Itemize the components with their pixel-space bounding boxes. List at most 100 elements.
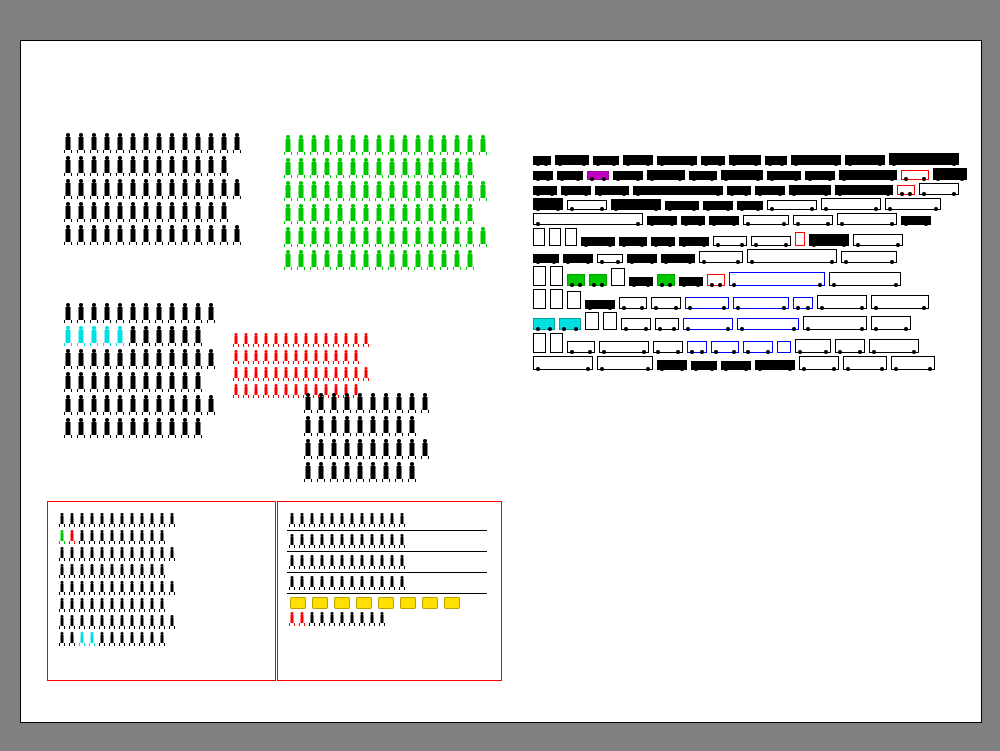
- person-icon: [359, 612, 365, 626]
- person-icon: [193, 372, 202, 392]
- person-icon: [141, 418, 150, 438]
- person-icon: [79, 530, 85, 544]
- person-icon: [102, 225, 111, 245]
- person-icon: [159, 632, 165, 646]
- vehicle-icon: [597, 356, 653, 370]
- vehicle-icon: [533, 186, 557, 195]
- people-group-black-3: [301, 391, 431, 484]
- vehicle-icon: [799, 356, 839, 370]
- person-icon: [89, 303, 98, 323]
- vehicle-icon: [567, 274, 585, 286]
- vehicle-icon: [845, 155, 885, 165]
- person-icon: [154, 156, 163, 176]
- vehicle-icon: [611, 268, 625, 286]
- person-icon: [193, 225, 202, 245]
- person-icon: [128, 326, 137, 346]
- person-icon: [329, 462, 338, 482]
- person-icon: [319, 555, 325, 569]
- vehicle-icon: [805, 171, 835, 180]
- person-icon: [452, 250, 461, 270]
- person-icon: [374, 227, 383, 247]
- person-icon: [89, 513, 95, 527]
- person-icon: [420, 393, 429, 413]
- person-icon: [329, 513, 335, 527]
- vehicle-icon: [647, 170, 685, 180]
- person-icon: [361, 250, 370, 270]
- person-icon: [154, 395, 163, 415]
- person-icon: [109, 581, 115, 595]
- vehicle-icon: [699, 251, 743, 263]
- person-icon: [167, 225, 176, 245]
- person-icon: [400, 227, 409, 247]
- vehicle-icon: [755, 360, 795, 370]
- person-icon: [59, 632, 65, 646]
- person-icon: [193, 349, 202, 369]
- vehicle-icon: [737, 201, 763, 210]
- marker-yellow: [312, 597, 328, 609]
- vehicle-icon: [603, 312, 617, 330]
- person-icon: [167, 395, 176, 415]
- person-icon: [348, 181, 357, 201]
- person-icon: [439, 204, 448, 224]
- person-icon: [413, 181, 422, 201]
- person-icon: [99, 615, 105, 629]
- marker-yellow: [334, 597, 350, 609]
- person-icon: [400, 135, 409, 155]
- person-icon: [109, 530, 115, 544]
- person-icon: [387, 250, 396, 270]
- person-icon: [413, 158, 422, 178]
- person-icon: [478, 181, 487, 201]
- person-icon: [149, 632, 155, 646]
- vehicle-icon: [647, 216, 677, 225]
- person-icon: [167, 202, 176, 222]
- person-icon: [99, 564, 105, 578]
- vehicle-icon: [789, 185, 831, 195]
- person-icon: [299, 534, 305, 548]
- vehicle-icon: [627, 254, 657, 263]
- vehicle-icon: [653, 341, 683, 353]
- person-icon: [452, 158, 461, 178]
- person-icon: [426, 181, 435, 201]
- person-icon: [309, 227, 318, 247]
- person-icon: [348, 204, 357, 224]
- person-icon: [452, 181, 461, 201]
- vehicle-icon: [687, 341, 707, 353]
- person-icon: [335, 135, 344, 155]
- person-icon: [69, 513, 75, 527]
- person-icon: [180, 326, 189, 346]
- vehicle-icon: [691, 361, 717, 370]
- person-icon: [167, 156, 176, 176]
- person-icon: [139, 581, 145, 595]
- cad-canvas[interactable]: [20, 40, 982, 723]
- person-icon: [193, 179, 202, 199]
- person-icon: [141, 303, 150, 323]
- person-icon: [233, 367, 239, 381]
- vehicle-icon: [593, 156, 619, 165]
- person-icon: [400, 181, 409, 201]
- person-icon: [369, 576, 375, 590]
- person-icon: [374, 135, 383, 155]
- vehicle-icon: [611, 199, 661, 210]
- person-icon: [232, 179, 241, 199]
- vehicle-icon: [737, 318, 799, 330]
- person-icon: [139, 513, 145, 527]
- vehicle-icon: [533, 171, 553, 180]
- person-icon: [369, 534, 375, 548]
- person-icon: [69, 632, 75, 646]
- person-icon: [394, 416, 403, 436]
- person-icon: [180, 395, 189, 415]
- person-icon: [452, 204, 461, 224]
- person-icon: [76, 349, 85, 369]
- person-icon: [154, 303, 163, 323]
- person-icon: [180, 372, 189, 392]
- person-icon: [303, 333, 309, 347]
- person-icon: [329, 612, 335, 626]
- person-icon: [342, 393, 351, 413]
- person-icon: [193, 156, 202, 176]
- person-icon: [141, 133, 150, 153]
- vehicle-icon: [689, 171, 717, 180]
- person-icon: [180, 349, 189, 369]
- person-icon: [76, 179, 85, 199]
- person-icon: [381, 439, 390, 459]
- person-icon: [180, 133, 189, 153]
